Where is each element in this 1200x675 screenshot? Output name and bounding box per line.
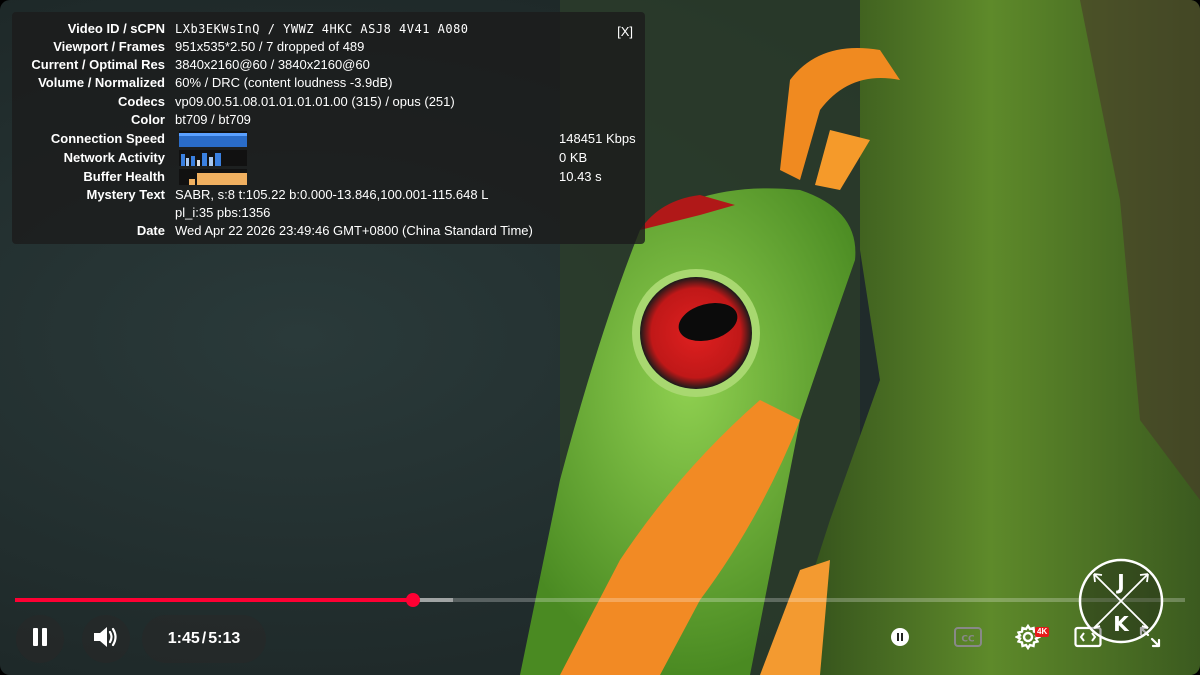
- pause-button[interactable]: [16, 615, 64, 663]
- current-time: 1:45: [167, 630, 200, 647]
- autoplay-toggle[interactable]: [883, 622, 917, 656]
- connection-speed-graph: [179, 131, 247, 147]
- captions-icon: CC: [954, 626, 982, 653]
- stats-row-connection-speed: Connection Speed 148451 Kbps: [50, 131, 636, 147]
- stats-row-color: Color bt709 / bt709: [131, 112, 251, 127]
- stats-row-mystery-text: Mystery Text SABR, s:8 t:105.22 b:0.000-…: [86, 187, 489, 202]
- stats-row-network-activity: Network Activity 0 KB: [63, 150, 588, 166]
- stats-row-date: Date Wed Apr 22 2026 23:49:46 GMT+0800 (…: [136, 223, 533, 238]
- stats-row-mystery-text-2: pl_i:35 pbs:1356: [175, 205, 271, 220]
- duration: 5:13: [208, 630, 241, 647]
- stats-for-nerds-panel: [X] Video ID / sCPN LXb3EKWsInQ / YWWZ 4…: [12, 12, 645, 244]
- buffer-health-graph: [179, 169, 247, 185]
- stats-row-buffer-health: Buffer Health 10.43 s: [83, 169, 602, 185]
- stats-row-resolution: Current / Optimal Res 3840x2160@60 / 384…: [31, 57, 370, 72]
- stats-row-viewport: Viewport / Frames 951x535*2.50 / 7 dropp…: [53, 39, 365, 54]
- time-separator: /: [201, 630, 207, 647]
- volume-button[interactable]: [82, 615, 130, 663]
- captions-button[interactable]: CC: [951, 622, 985, 656]
- scrubber-handle[interactable]: [405, 593, 420, 607]
- logo-letter-bottom: K: [1113, 612, 1130, 636]
- stats-row-video-id: Video ID / sCPN LXb3EKWsInQ / YWWZ 4HKC …: [67, 21, 469, 36]
- logo-letter-top: J: [1115, 570, 1124, 594]
- quality-badge: 4K: [1035, 627, 1050, 637]
- pause-icon: [29, 626, 51, 653]
- time-display: 1:45 / 5:13: [142, 615, 266, 663]
- stats-row-codecs: Codecs vp09.00.51.08.01.01.01.01.00 (315…: [118, 94, 455, 109]
- stats-row-volume: Volume / Normalized 60% / DRC (content l…: [38, 75, 393, 90]
- svg-text:CC: CC: [961, 634, 975, 644]
- played-bar: [15, 598, 413, 602]
- volume-icon: [92, 625, 120, 654]
- progress-bar[interactable]: [15, 593, 1185, 607]
- network-activity-graph: [179, 150, 247, 166]
- autoplay-toggle-icon: [888, 625, 912, 654]
- channel-watermark-logo[interactable]: J K: [1078, 558, 1164, 644]
- video-player[interactable]: [X] Video ID / sCPN LXb3EKWsInQ / YWWZ 4…: [0, 0, 1200, 675]
